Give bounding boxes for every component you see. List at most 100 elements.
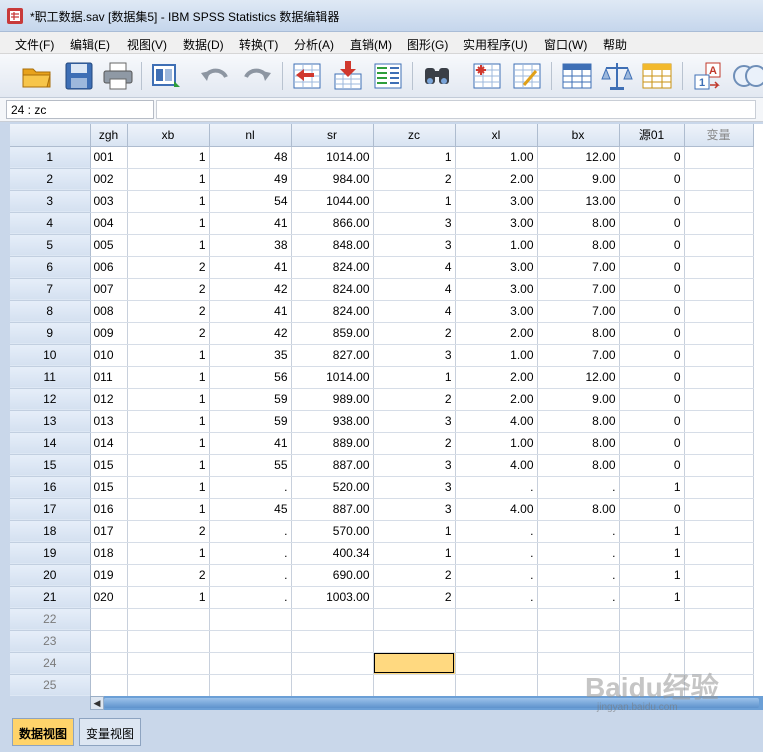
insert-variable-icon[interactable]: [510, 59, 544, 93]
data-cell[interactable]: .: [455, 586, 538, 609]
empty-cell[interactable]: [619, 674, 685, 696]
undo-icon[interactable]: [198, 59, 232, 93]
data-cell[interactable]: 2.00: [455, 322, 538, 345]
data-cell[interactable]: 0: [619, 344, 685, 367]
data-cell[interactable]: .: [455, 542, 538, 565]
menu-data[interactable]: 数据(D): [183, 36, 224, 53]
empty-cell[interactable]: [619, 630, 685, 653]
save-icon[interactable]: [62, 59, 96, 93]
data-cell[interactable]: 2: [373, 432, 456, 455]
data-cell[interactable]: 848.00: [291, 234, 374, 257]
data-cell[interactable]: 3.00: [455, 300, 538, 323]
data-cell[interactable]: 859.00: [291, 322, 374, 345]
empty-cell[interactable]: [684, 256, 754, 279]
print-icon[interactable]: [101, 59, 135, 93]
data-cell[interactable]: 42: [209, 322, 292, 345]
data-cell[interactable]: 1: [619, 564, 685, 587]
row-header[interactable]: 7: [10, 278, 91, 301]
empty-cell[interactable]: [209, 608, 292, 631]
data-cell[interactable]: 020: [90, 586, 128, 609]
data-cell[interactable]: 570.00: [291, 520, 374, 543]
data-cell[interactable]: 2: [373, 168, 456, 191]
row-header[interactable]: 17: [10, 498, 91, 521]
empty-cell[interactable]: [209, 630, 292, 653]
data-cell[interactable]: 2.00: [455, 168, 538, 191]
data-cell[interactable]: 35: [209, 344, 292, 367]
data-cell[interactable]: 2: [127, 564, 210, 587]
empty-cell[interactable]: [90, 652, 128, 675]
row-header[interactable]: 23: [10, 630, 91, 653]
data-cell[interactable]: 018: [90, 542, 128, 565]
data-cell[interactable]: 1: [127, 388, 210, 411]
row-header[interactable]: 1: [10, 146, 91, 169]
data-cell[interactable]: 45: [209, 498, 292, 521]
grid-corner[interactable]: [10, 124, 91, 147]
data-cell[interactable]: 989.00: [291, 388, 374, 411]
data-cell[interactable]: 1: [127, 476, 210, 499]
empty-cell[interactable]: [455, 652, 538, 675]
data-cell[interactable]: 400.34: [291, 542, 374, 565]
menu-utilities[interactable]: 实用程序(U): [463, 36, 528, 53]
column-header[interactable]: zc: [373, 124, 456, 147]
empty-cell[interactable]: [684, 542, 754, 565]
empty-cell[interactable]: [373, 674, 456, 696]
data-cell[interactable]: .: [209, 564, 292, 587]
empty-cell[interactable]: [291, 652, 374, 675]
select-cases-icon[interactable]: [640, 59, 674, 93]
cell-reference[interactable]: 24 : zc: [6, 100, 154, 119]
data-cell[interactable]: .: [455, 564, 538, 587]
data-cell[interactable]: 1: [127, 410, 210, 433]
data-cell[interactable]: 1: [127, 432, 210, 455]
empty-cell[interactable]: [537, 652, 620, 675]
data-cell[interactable]: .: [209, 542, 292, 565]
menu-edit[interactable]: 编辑(E): [70, 36, 110, 53]
data-cell[interactable]: 3: [373, 344, 456, 367]
data-cell[interactable]: 1: [619, 476, 685, 499]
data-cell[interactable]: 2: [127, 278, 210, 301]
empty-cell[interactable]: [684, 300, 754, 323]
data-cell[interactable]: 0: [619, 410, 685, 433]
empty-cell[interactable]: [90, 608, 128, 631]
column-header[interactable]: bx: [537, 124, 620, 147]
data-cell[interactable]: 1: [127, 344, 210, 367]
empty-cell[interactable]: [684, 608, 754, 631]
row-header[interactable]: 12: [10, 388, 91, 411]
weight-cases-icon[interactable]: [600, 59, 634, 93]
data-cell[interactable]: 012: [90, 388, 128, 411]
data-cell[interactable]: 7.00: [537, 344, 620, 367]
open-folder-icon[interactable]: [20, 59, 54, 93]
empty-cell[interactable]: [684, 652, 754, 675]
data-cell[interactable]: 4: [373, 278, 456, 301]
data-cell[interactable]: 42: [209, 278, 292, 301]
data-cell[interactable]: 3.00: [455, 190, 538, 213]
data-cell[interactable]: 0: [619, 278, 685, 301]
data-cell[interactable]: 006: [90, 256, 128, 279]
data-cell[interactable]: 0: [619, 256, 685, 279]
data-cell[interactable]: 0: [619, 168, 685, 191]
row-header[interactable]: 21: [10, 586, 91, 609]
row-header[interactable]: 11: [10, 366, 91, 389]
empty-cell[interactable]: [209, 674, 292, 696]
data-cell[interactable]: .: [537, 586, 620, 609]
empty-cell[interactable]: [619, 652, 685, 675]
data-cell[interactable]: 1: [127, 454, 210, 477]
empty-cell[interactable]: [684, 630, 754, 653]
menu-direct-marketing[interactable]: 直销(M): [350, 36, 392, 53]
column-header[interactable]: xl: [455, 124, 538, 147]
empty-cell[interactable]: [127, 652, 210, 675]
find-icon[interactable]: [420, 59, 454, 93]
menu-analyze[interactable]: 分析(A): [294, 36, 334, 53]
row-header[interactable]: 6: [10, 256, 91, 279]
empty-cell[interactable]: [684, 366, 754, 389]
data-cell[interactable]: 41: [209, 432, 292, 455]
empty-cell[interactable]: [684, 234, 754, 257]
redo-icon[interactable]: [240, 59, 274, 93]
data-cell[interactable]: 0: [619, 234, 685, 257]
tab-data-view[interactable]: 数据视图: [12, 718, 75, 746]
data-cell[interactable]: 8.00: [537, 322, 620, 345]
row-header[interactable]: 3: [10, 190, 91, 213]
empty-cell[interactable]: [291, 608, 374, 631]
empty-cell[interactable]: [684, 322, 754, 345]
data-cell[interactable]: .: [537, 520, 620, 543]
data-cell[interactable]: 002: [90, 168, 128, 191]
